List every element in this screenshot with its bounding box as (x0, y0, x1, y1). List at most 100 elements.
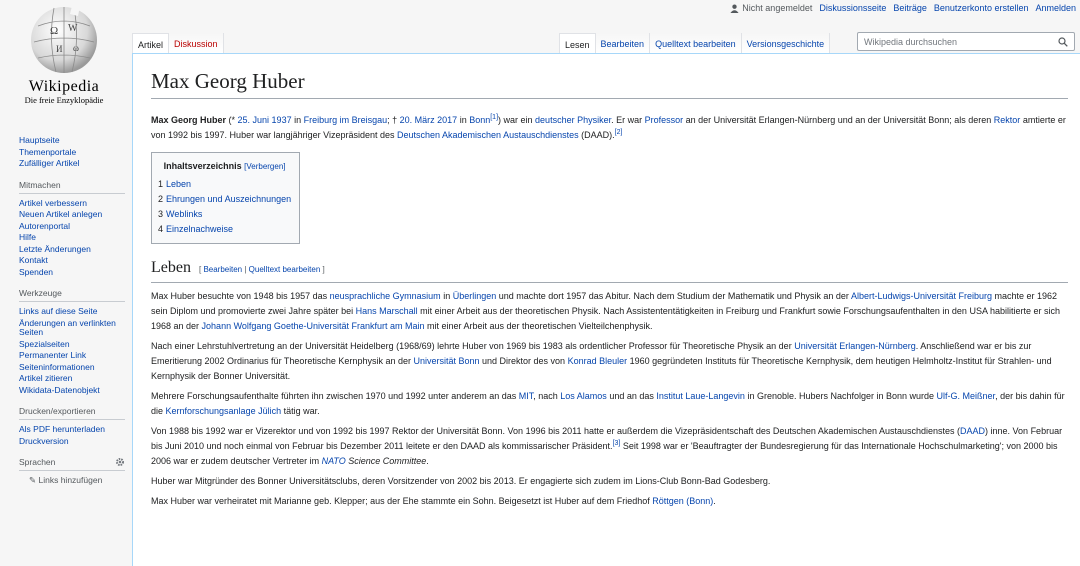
link[interactable]: neusprachliche Gymnasium (330, 291, 441, 301)
sidebar-item[interactable]: Links auf diese Seite (19, 306, 131, 318)
sidebar-item[interactable]: Änderungen an verlinkten Seiten (19, 318, 131, 337)
sidebar-heading: Mitmachen (19, 180, 125, 194)
paragraph: Max Huber besuchte von 1948 bis 1957 das… (151, 289, 1068, 334)
sidebar-item[interactable]: Als PDF herunterladen (19, 424, 131, 436)
link[interactable]: Universität Bonn (413, 356, 479, 366)
toc-num: 2 (158, 194, 164, 204)
link[interactable]: Röttgen (Bonn) (652, 496, 713, 506)
paragraph: Von 1988 bis 1992 war er Vizerektor und … (151, 424, 1068, 469)
text: in (457, 115, 470, 125)
paragraph: Huber war Mitgründer des Bonner Universi… (151, 476, 771, 486)
edit-link[interactable]: Bearbeiten (203, 265, 242, 274)
tab-discussion[interactable]: Diskussion (169, 33, 224, 53)
gear-icon[interactable] (115, 457, 125, 467)
sidebar-item[interactable]: Permanenter Link (19, 350, 131, 362)
text: Max Huber besuchte von 1948 bis 1957 das (151, 291, 330, 301)
text: an der Universität Erlangen-Nürnberg und… (683, 115, 994, 125)
sidebar-item[interactable]: Artikel verbessern (19, 198, 131, 210)
toc-toggle[interactable]: [Verbergen] (244, 162, 285, 171)
wikipedia-logo[interactable]: Ω W И ω Wikipedia Die freie Enzyklopädie (12, 4, 116, 105)
link[interactable]: Los Alamos (560, 391, 607, 401)
sidebar-item-themenportale[interactable]: Themenportale (19, 147, 131, 159)
toc-item[interactable]: 3 Weblinks (158, 207, 291, 222)
link[interactable]: Universität Erlangen-Nürnberg (794, 341, 916, 351)
toc-item[interactable]: 2 Ehrungen und Auszeichnungen (158, 192, 291, 207)
link[interactable]: Ulf-G. Meißner (937, 391, 996, 401)
sidebar-item[interactable]: Kontakt (19, 255, 131, 267)
namespace-tabs: Artikel Diskussion (132, 33, 224, 53)
text: tätig war. (281, 406, 320, 416)
toc-num: 3 (158, 209, 164, 219)
tab-edit-source[interactable]: Quelltext bearbeiten (650, 33, 742, 53)
sidebar-heading: Sprachen (19, 457, 125, 471)
sidebar-item[interactable]: Spezialseiten (19, 339, 131, 351)
sidebar-item-hauptseite[interactable]: Hauptseite (19, 135, 131, 147)
link[interactable]: Rektor (994, 115, 1021, 125)
sidebar-mitmachen: Mitmachen Artikel verbessern Neuen Artik… (19, 180, 131, 279)
reference[interactable]: [2] (615, 129, 623, 136)
link[interactable]: Überlingen (453, 291, 497, 301)
create-account-link[interactable]: Benutzerkonto erstellen (934, 3, 1029, 13)
sidebar-item[interactable]: Hilfe (19, 232, 131, 244)
sidebar-item[interactable]: Spenden (19, 267, 131, 279)
sidebar-item[interactable]: Neuen Artikel anlegen (19, 209, 131, 221)
link[interactable]: MIT (519, 391, 534, 401)
toc-item[interactable]: 4 Einzelnachweise (158, 222, 291, 237)
sidebar-item[interactable]: Seiteninformationen (19, 362, 131, 374)
search-icon[interactable] (1058, 36, 1068, 47)
text: mit einer Arbeit aus der theoretischen V… (424, 321, 653, 331)
link[interactable]: Deutschen Akademischen Austauschdienstes (397, 130, 579, 140)
toc-item[interactable]: 1 Leben (158, 177, 291, 192)
link[interactable]: Bonn (469, 115, 490, 125)
link[interactable]: NATO (322, 456, 346, 466)
link[interactable]: Hans Marschall (356, 306, 418, 316)
talk-link[interactable]: Diskussionsseite (819, 3, 886, 13)
link[interactable]: Albert-Ludwigs-Universität Freiburg (851, 291, 992, 301)
link[interactable]: DAAD (960, 426, 985, 436)
toc-num: 1 (158, 179, 164, 189)
sidebar-item-random[interactable]: Zufälliger Artikel (19, 158, 131, 170)
section-heading: Leben [ Bearbeiten | Quelltext bearbeiten… (151, 258, 1068, 283)
text: (DAAD). (578, 130, 615, 140)
tab-read[interactable]: Lesen (559, 33, 596, 53)
logo-wordmark: Wikipedia (28, 78, 100, 95)
link[interactable]: Professor (645, 115, 684, 125)
text: und machte dort 1957 das Abitur. Nach de… (496, 291, 851, 301)
text: . Er war (611, 115, 645, 125)
text: und an das (606, 391, 657, 401)
toc-title: Inhaltsverzeichnis (163, 161, 242, 171)
contributions-link[interactable]: Beiträge (893, 3, 927, 13)
toc-label: Ehrungen und Auszeichnungen (166, 194, 292, 204)
sidebar-item[interactable]: Artikel zitieren (19, 373, 131, 385)
tab-article[interactable]: Artikel (132, 33, 170, 53)
sidebar-item[interactable]: Wikidata-Datenobjekt (19, 385, 131, 397)
link[interactable]: Kernforschungsanlage Jülich (166, 406, 282, 416)
link[interactable]: Johann Wolfgang Goethe-Universität Frank… (202, 321, 425, 331)
link[interactable]: deutscher Physiker (535, 115, 611, 125)
add-links[interactable]: ✎ Links hinzufügen (19, 475, 131, 486)
section-title: Leben (151, 259, 191, 276)
toc-label: Weblinks (166, 209, 203, 219)
sidebar-item[interactable]: Druckversion (19, 436, 131, 448)
reference[interactable]: [1] (490, 114, 498, 121)
languages-heading: Sprachen (19, 457, 56, 467)
sidebar-sprachen: Sprachen ✎ Links hinzufügen (19, 457, 131, 486)
sidebar-item[interactable]: Letzte Änderungen (19, 244, 131, 256)
tab-history[interactable]: Versionsgeschichte (741, 33, 831, 53)
link[interactable]: 25. Juni 1937 (238, 115, 292, 125)
text: in (291, 115, 304, 125)
sidebar-item[interactable]: Autorenportal (19, 221, 131, 233)
link[interactable]: 20. März 2017 (400, 115, 458, 125)
tab-edit[interactable]: Bearbeiten (595, 33, 651, 53)
text: in Grenoble. Hubers Nachfolger in Bonn w… (744, 391, 937, 401)
link[interactable]: Konrad Bleuler (568, 356, 628, 366)
user-status-label: Nicht angemeldet (742, 3, 813, 13)
login-link[interactable]: Anmelden (1035, 3, 1076, 13)
link[interactable]: Freiburg im Breisgau (304, 115, 388, 125)
view-tabs: Lesen Bearbeiten Quelltext bearbeiten Ve… (559, 33, 831, 53)
sidebar-heading: Werkzeuge (19, 288, 125, 302)
link[interactable]: Institut Laue-Langevin (656, 391, 745, 401)
edit-source-link[interactable]: Quelltext bearbeiten (249, 265, 321, 274)
puzzle-globe-icon: Ω W И ω (31, 6, 97, 73)
search-input[interactable] (864, 36, 1058, 47)
